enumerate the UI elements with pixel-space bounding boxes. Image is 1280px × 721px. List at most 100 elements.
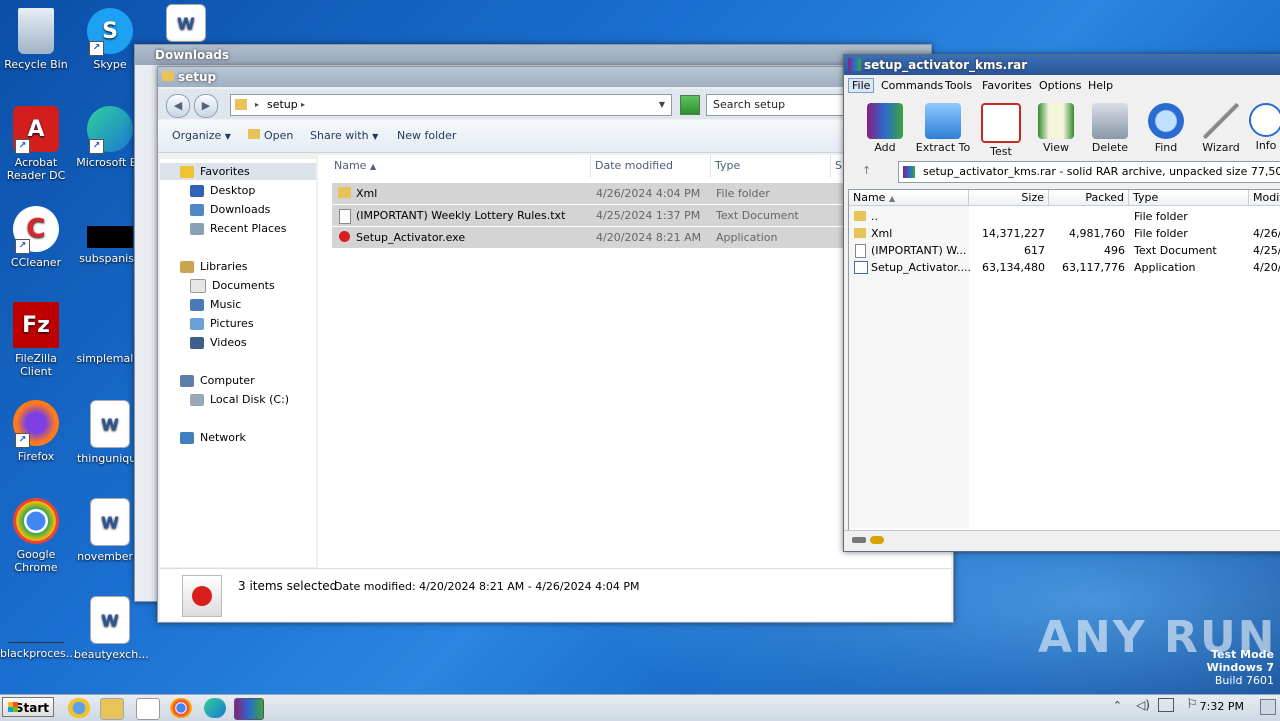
nav-item-network[interactable]: Network [180,429,246,446]
text-file-icon [339,209,351,224]
desktop-icon-recycle-bin[interactable]: Recycle Bin [0,8,72,71]
refresh-icon[interactable] [680,95,700,115]
explorer-titlebar[interactable]: setup [158,67,953,87]
archive-path-text: setup_activator_kms.rar - solid RAR arch… [923,165,1280,178]
sort-ascending-icon: ▲ [369,162,377,171]
column-header-date[interactable]: Date modified [591,155,711,177]
archive-row[interactable]: Xml 14,371,227 4,981,760 File folder 4/2… [849,225,1280,242]
forward-button[interactable]: ▶ [194,94,218,118]
column-header-packed[interactable]: Packed [1049,190,1129,206]
organize-label: Organize [172,129,222,142]
organize-button[interactable]: Organize ▼ [172,120,231,152]
nav-item-documents[interactable]: Documents [190,277,275,294]
clock[interactable]: 7:32 PM [1200,700,1244,713]
sort-ascending-icon: ▲ [888,194,896,203]
desktop-icon-word-doc[interactable]: W [150,4,222,44]
tool-delete[interactable]: Delete [1081,103,1139,154]
column-header-name[interactable]: Name ▲ [318,155,591,177]
delete-icon [1092,103,1128,139]
archive-file-list[interactable]: Name ▲ Size Packed Type Modif .. File fo… [848,189,1280,531]
archive-row[interactable]: Setup_Activator.... 63,134,480 63,117,77… [849,259,1280,276]
column-header-name[interactable]: Name ▲ [849,190,969,206]
new-folder-button[interactable]: New folder [397,120,456,152]
address-bar[interactable]: ▸ setup ▸ ▼ [230,94,672,116]
menu-file[interactable]: File [848,78,875,93]
tool-extract-to[interactable]: Extract To [914,103,972,154]
menu-commands[interactable]: Commands [881,79,943,92]
word-document-icon: W [90,596,130,644]
share-with-button[interactable]: Share with ▼ [310,120,378,152]
show-hidden-icons-icon[interactable]: ⌃ [1113,699,1122,712]
internet-explorer-icon[interactable] [68,698,90,718]
action-center-flag-icon[interactable]: ⚐ [1186,697,1198,712]
column-label: Name [334,159,367,172]
column-header-type[interactable]: Type [1129,190,1249,206]
tool-add[interactable]: Add [856,103,914,154]
desktop-icon-blackproces[interactable]: blackproces... [0,596,76,660]
desktop-icon-beautyexch[interactable]: W beautyexch... [74,596,149,661]
show-desktop-button[interactable] [1260,699,1276,715]
window-title: setup [178,70,217,84]
tool-info[interactable]: Info [1248,103,1280,152]
desktop-icon-ccleaner[interactable]: C ↗ CCleaner [0,206,72,269]
explorer-taskbar-icon[interactable] [100,698,124,720]
star-icon [180,165,194,178]
column-header-type[interactable]: Type [711,155,831,177]
media-player-icon[interactable] [136,698,160,720]
tool-label: Delete [1091,141,1129,154]
archive-row[interactable]: (IMPORTANT) W... 617 496 Text Document 4… [849,242,1280,259]
nav-item-videos[interactable]: Videos [190,334,247,351]
tool-label: Find [1154,141,1178,154]
tool-find[interactable]: Find [1137,103,1195,154]
menu-favorites[interactable]: Favorites [982,79,1032,92]
nav-item-favorites[interactable]: Favorites [160,163,316,180]
column-header-modified[interactable]: Modif [1249,190,1280,206]
nav-item-recent-places[interactable]: Recent Places [190,220,287,237]
breadcrumb[interactable]: setup [267,95,298,115]
explorer-window[interactable]: setup ◀ ▶ ▸ setup ▸ ▼ Search setup Organ… [157,66,964,623]
tool-test[interactable]: Test [972,103,1030,158]
desktop-icon-label: Acrobat Reader DC [6,156,66,182]
menu-tools[interactable]: Tools [945,79,972,92]
nav-item-downloads[interactable]: Downloads [190,201,270,218]
volume-icon[interactable]: ◁) [1136,698,1150,712]
nav-label: Downloads [210,203,271,216]
open-button[interactable]: Open [248,120,293,152]
archive-row[interactable]: .. File folder [849,208,1280,225]
chevron-down-icon[interactable]: ▼ [659,95,665,115]
nav-item-computer[interactable]: Computer [180,372,255,389]
chrome-taskbar-icon[interactable] [170,698,192,718]
folder-icon [235,99,247,110]
archive-path-field[interactable]: setup_activator_kms.rar - solid RAR arch… [898,161,1280,183]
desktop-icon-acrobat[interactable]: A ↗ Acrobat Reader DC [0,106,72,182]
back-button[interactable]: ◀ [166,94,190,118]
wizard-icon [1203,103,1239,139]
up-arrow-icon[interactable]: ↑ [862,164,871,177]
winrar-window[interactable]: setup_activator_kms.rar File Commands To… [843,54,1280,552]
file-date: 4/26/2024 4:04 PM [596,187,701,200]
edge-taskbar-icon[interactable] [204,698,226,718]
nav-label: Recent Places [210,222,287,235]
nav-item-music[interactable]: Music [190,296,241,313]
network-tray-icon[interactable] [1158,698,1174,712]
desktop-icon-filezilla[interactable]: Fz FileZilla Client [0,302,72,378]
desktop-icon-chrome[interactable]: Google Chrome [0,498,72,574]
downloads-titlebar[interactable]: Downloads [135,45,931,65]
nav-label: Videos [210,336,247,349]
nav-item-local-disk[interactable]: Local Disk (C:) [190,391,289,408]
nav-item-libraries[interactable]: Libraries [180,258,248,275]
tool-wizard[interactable]: Wizard [1192,103,1250,154]
desktop-icon-firefox[interactable]: ↗ Firefox [0,400,72,463]
nav-label: Desktop [210,184,256,197]
nav-label: Libraries [200,260,248,273]
winrar-taskbar-icon[interactable] [234,698,264,720]
winrar-titlebar[interactable]: setup_activator_kms.rar [844,55,1280,75]
nav-item-desktop[interactable]: Desktop [190,182,255,199]
column-header-size[interactable]: Size [969,190,1049,206]
start-button[interactable]: Start [2,697,54,717]
menu-options[interactable]: Options [1039,79,1081,92]
tool-view[interactable]: View [1027,103,1085,154]
archive-item-modified: 4/26/ [1253,227,1280,240]
nav-item-pictures[interactable]: Pictures [190,315,254,332]
menu-help[interactable]: Help [1088,79,1113,92]
